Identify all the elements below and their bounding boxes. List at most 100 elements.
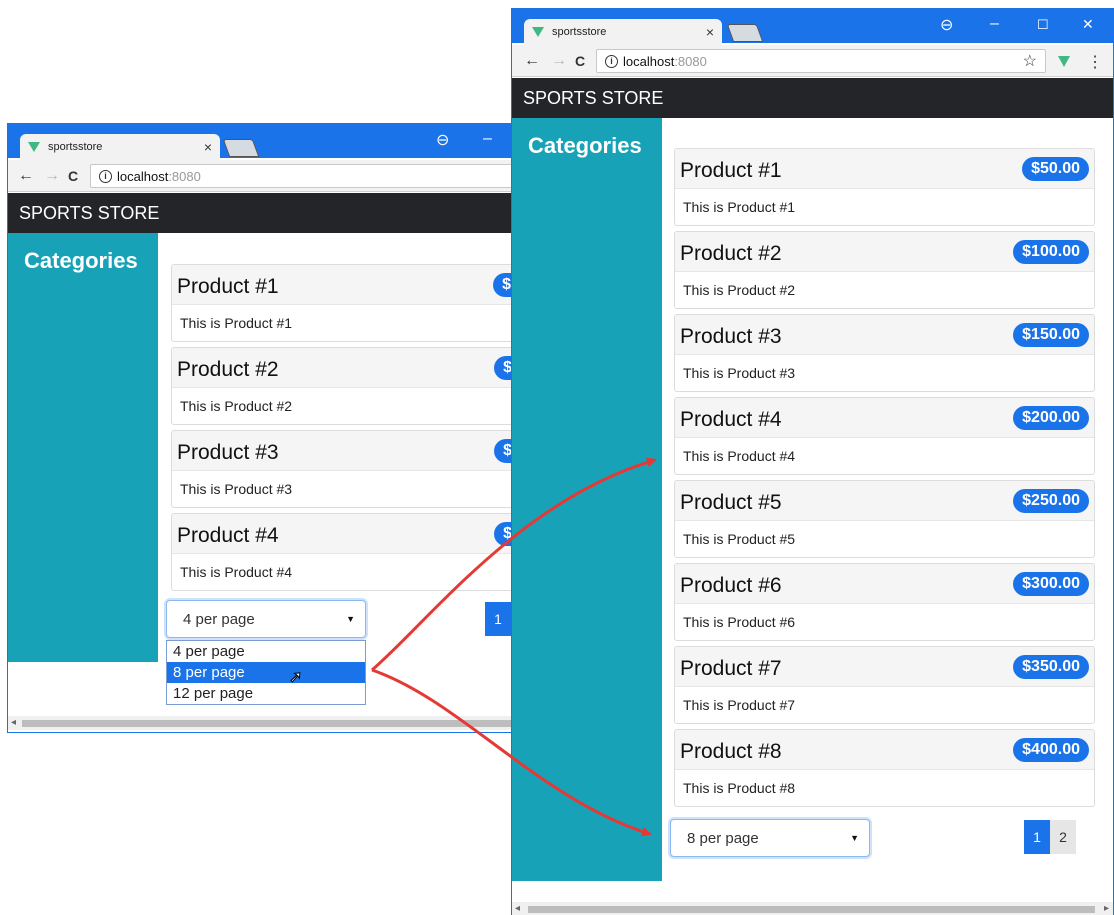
minimize-icon[interactable]: – xyxy=(990,15,999,33)
page-size-dropdown: 4 per page 8 per page ➚ 12 per page xyxy=(166,640,366,705)
product-description: This is Product #4 xyxy=(683,448,796,464)
browser-window-after: sportsstore × ⊖ – ☐ ✕ ← → C i localhost:… xyxy=(511,8,1114,915)
tab-close-icon[interactable]: × xyxy=(204,139,212,155)
price-badge: $400.00 xyxy=(1013,738,1089,762)
url-field[interactable]: i localhost:8080 xyxy=(90,164,521,188)
reload-icon[interactable]: C xyxy=(575,53,585,69)
url-host: localhost xyxy=(117,168,169,184)
screenshot-composite: sportsstore × ⊖ – ← → C i localhost:8080… xyxy=(0,0,1114,915)
page-size-select[interactable]: 8 per page ▼ xyxy=(670,819,870,857)
forward-icon[interactable]: → xyxy=(44,167,60,185)
price-badge: $50.00 xyxy=(1022,157,1089,181)
product-description: This is Product #4 xyxy=(180,564,293,580)
vue-logo-icon xyxy=(28,142,40,152)
categories-title: Categories xyxy=(24,248,138,273)
tab-close-icon[interactable]: × xyxy=(706,24,714,40)
product-card: Product #7 $350.00 This is Product #7 xyxy=(674,646,1095,724)
product-description: This is Product #8 xyxy=(683,780,796,796)
product-name: Product #3 xyxy=(177,441,279,464)
vue-devtools-icon[interactable] xyxy=(1058,56,1070,67)
scroll-left-icon[interactable]: ◂ xyxy=(11,717,16,728)
account-icon[interactable]: ⊖ xyxy=(940,15,953,35)
option-label: 8 per page xyxy=(173,664,245,681)
page-button-1[interactable]: 1 xyxy=(485,602,511,636)
price-badge: $100.00 xyxy=(1013,240,1089,264)
url-port: :8080 xyxy=(168,168,201,184)
product-card: Product #4$200.00 This is Product #4 xyxy=(171,513,521,591)
address-bar-row: ← → C i localhost:8080 ☆ ⋮ xyxy=(512,45,1113,77)
title-bar: sportsstore × ⊖ – xyxy=(8,124,521,160)
product-name: Product #5 xyxy=(680,491,782,514)
scrollbar-thumb[interactable] xyxy=(22,720,521,727)
url-field[interactable]: i localhost:8080 ☆ xyxy=(596,49,1046,73)
new-tab-button[interactable] xyxy=(726,24,764,42)
url-port: :8080 xyxy=(674,53,707,69)
browser-window-before: sportsstore × ⊖ – ← → C i localhost:8080… xyxy=(7,123,522,733)
product-description: This is Product #2 xyxy=(683,282,796,298)
page-size-value: 8 per page xyxy=(687,830,759,847)
horizontal-scrollbar[interactable]: ◂ xyxy=(8,716,521,730)
account-icon[interactable]: ⊖ xyxy=(436,130,449,150)
page-size-option[interactable]: 12 per page xyxy=(167,683,365,704)
horizontal-scrollbar[interactable]: ◂ ▸ xyxy=(512,902,1113,915)
new-tab-button[interactable] xyxy=(222,139,260,157)
info-icon[interactable]: i xyxy=(605,54,618,68)
tab-title: sportsstore xyxy=(48,141,103,153)
dropdown-caret-icon: ▼ xyxy=(850,833,859,843)
back-icon[interactable]: ← xyxy=(524,52,540,70)
url-host: localhost xyxy=(623,53,675,69)
product-name: Product #1 xyxy=(177,275,279,298)
product-description: This is Product #1 xyxy=(683,199,796,215)
mouse-cursor-icon: ➚ xyxy=(288,669,303,687)
product-card: Product #2$100.00 This is Product #2 xyxy=(171,347,521,425)
dropdown-caret-icon: ▼ xyxy=(346,614,355,624)
product-name: Product #6 xyxy=(680,574,782,597)
product-description: This is Product #7 xyxy=(683,697,796,713)
product-description: This is Product #3 xyxy=(180,481,293,497)
maximize-icon[interactable]: ☐ xyxy=(1037,17,1049,33)
product-name: Product #7 xyxy=(680,657,782,680)
page-size-option[interactable]: 4 per page xyxy=(167,641,365,662)
back-icon[interactable]: ← xyxy=(18,167,34,185)
forward-icon[interactable]: → xyxy=(551,52,567,70)
product-name: Product #4 xyxy=(680,408,782,431)
page-size-value: 4 per page xyxy=(183,611,255,628)
chrome-menu-icon[interactable]: ⋮ xyxy=(1087,52,1103,72)
price-badge: $250.00 xyxy=(1013,489,1089,513)
price-badge: $150.00 xyxy=(1013,323,1089,347)
browser-tab[interactable]: sportsstore × xyxy=(20,134,220,160)
page-size-select[interactable]: 4 per page ▼ xyxy=(166,600,366,638)
product-card: Product #5 $250.00 This is Product #5 xyxy=(674,480,1095,558)
minimize-icon[interactable]: – xyxy=(483,130,492,148)
page-button-2[interactable]: 2 xyxy=(1050,820,1076,854)
page-button-1[interactable]: 1 xyxy=(1024,820,1050,854)
price-badge: $300.00 xyxy=(1013,572,1089,596)
product-name: Product #1 xyxy=(680,159,782,182)
close-window-icon[interactable]: ✕ xyxy=(1082,16,1094,33)
browser-tab[interactable]: sportsstore × xyxy=(524,19,722,45)
info-icon[interactable]: i xyxy=(99,169,112,183)
product-card: Product #3 $150.00 This is Product #3 xyxy=(674,314,1095,392)
bookmark-star-icon[interactable]: ☆ xyxy=(1023,51,1037,71)
store-brand: SPORTS STORE xyxy=(523,88,664,108)
title-bar: sportsstore × ⊖ – ☐ ✕ xyxy=(512,9,1113,45)
product-name: Product #8 xyxy=(680,740,782,763)
store-navbar: SPORTS STORE xyxy=(512,78,1113,118)
product-description: This is Product #6 xyxy=(683,614,796,630)
scrollbar-thumb[interactable] xyxy=(528,906,1095,913)
product-card: Product #8 $400.00 This is Product #8 xyxy=(674,729,1095,807)
page-size-option-highlighted[interactable]: 8 per page ➚ xyxy=(167,662,365,687)
categories-sidebar: Categories xyxy=(512,118,662,881)
product-card: Product #4$200.00 This is Product #4 xyxy=(674,397,1095,475)
store-navbar: SPORTS STORE xyxy=(8,193,521,233)
scroll-right-icon[interactable]: ▸ xyxy=(1104,903,1109,914)
categories-sidebar: Categories xyxy=(8,233,158,662)
reload-icon[interactable]: C xyxy=(68,168,78,184)
product-name: Product #4 xyxy=(177,524,279,547)
product-card: Product #1 $50.00 This is Product #1 xyxy=(674,148,1095,226)
price-badge: $350.00 xyxy=(1013,655,1089,679)
product-card: Product #1$50.00 This is Product #1 xyxy=(171,264,521,342)
scroll-left-icon[interactable]: ◂ xyxy=(515,903,520,914)
product-description: This is Product #1 xyxy=(180,315,293,331)
product-name: Product #2 xyxy=(680,242,782,265)
